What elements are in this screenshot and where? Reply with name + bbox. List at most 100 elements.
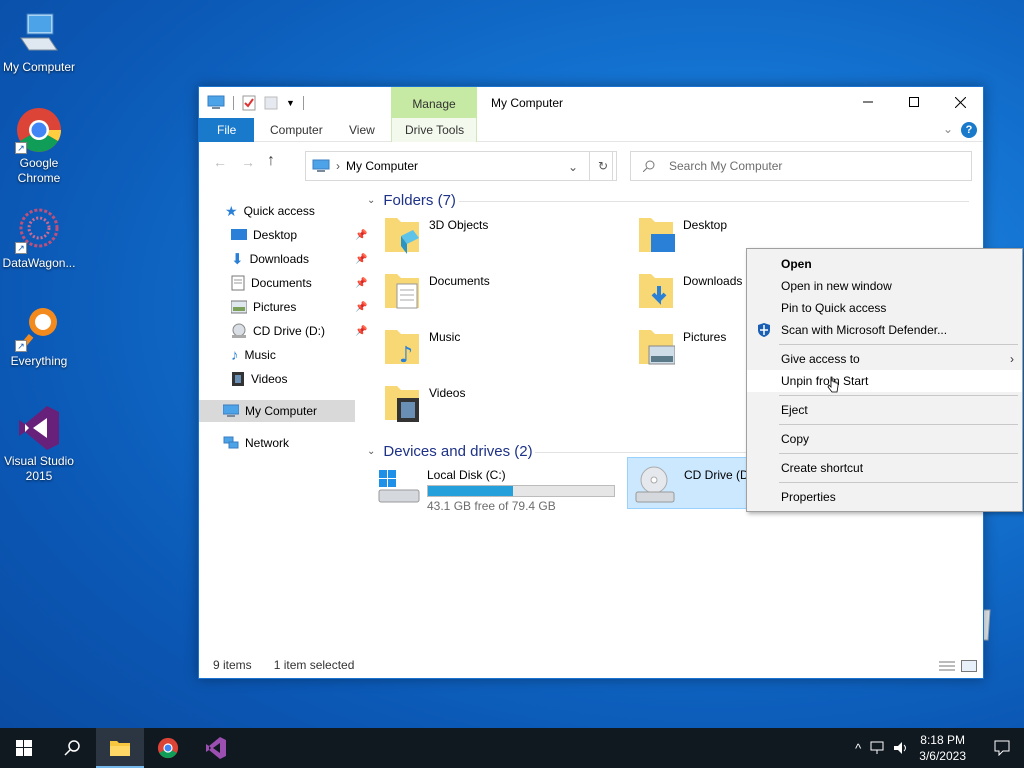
sidebar-item-network[interactable]: Network (223, 432, 289, 454)
sidebar-item-desktop[interactable]: Desktop 📌 (231, 224, 367, 246)
folder-item[interactable]: Documents (383, 270, 623, 322)
customize-qat-icon[interactable]: ▼ (286, 98, 295, 108)
desktop-icon-everything[interactable]: ↗ Everything (0, 304, 78, 369)
desktop-icon (231, 229, 247, 240)
menu-item-open-new-window[interactable]: Open in new window (747, 275, 1022, 297)
sidebar-item-label: Documents (251, 276, 312, 290)
chevron-up-icon[interactable]: ^ (855, 741, 861, 756)
back-arrow-icon[interactable]: ← (213, 154, 227, 170)
tab-view[interactable]: View (335, 118, 389, 142)
taskbar-file-explorer[interactable] (96, 728, 144, 768)
folder-name: Videos (429, 386, 466, 400)
drive-usage-fill (428, 486, 513, 496)
menu-item-properties[interactable]: Properties (747, 486, 1022, 508)
large-icons-view-icon[interactable] (961, 660, 977, 672)
folder-name: Desktop (683, 218, 728, 232)
menu-item-unpin-start[interactable]: Unpin from Start (747, 370, 1022, 393)
sidebar-item-pictures[interactable]: Pictures 📌 (231, 296, 367, 318)
tab-file[interactable]: File (199, 118, 255, 142)
defender-shield-icon (758, 323, 770, 337)
properties-icon[interactable] (242, 95, 256, 111)
search-button[interactable] (48, 728, 96, 768)
folder-name: Music (429, 330, 461, 344)
sidebar-item-documents[interactable]: Documents 📌 (231, 272, 367, 294)
system-tray: ^ 8:18 PM 3/6/2023 (855, 728, 1024, 768)
status-bar: 9 items 1 item selected (213, 658, 354, 672)
documents-icon (231, 275, 245, 291)
minimize-button[interactable] (845, 87, 891, 117)
3d-objects-folder-icon (385, 218, 419, 254)
mouse-cursor-icon (827, 376, 839, 393)
action-center-button[interactable] (980, 728, 1024, 768)
tab-drive-tools[interactable]: Drive Tools (391, 118, 478, 142)
menu-item-open[interactable]: Open (747, 253, 1022, 275)
desktop-icon-datawagon[interactable]: ↗ DataWagon... (0, 206, 78, 271)
expand-ribbon-icon[interactable]: ⌄ (943, 122, 953, 136)
chevron-down-icon[interactable]: ⌄ (568, 160, 578, 174)
start-button[interactable] (0, 728, 48, 768)
downloads-folder-icon (639, 274, 673, 308)
computer-icon (207, 95, 225, 109)
menu-item-eject[interactable]: Eject (747, 399, 1022, 421)
new-folder-icon[interactable] (264, 95, 278, 111)
network-status-icon[interactable] (869, 741, 885, 755)
taskbar-chrome[interactable] (144, 728, 192, 768)
sidebar-item-downloads[interactable]: ⬇ Downloads 📌 (231, 248, 367, 270)
computer-icon (15, 10, 63, 58)
sidebar-item-quick-access[interactable]: ★ Quick access (225, 200, 315, 222)
forward-arrow-icon[interactable]: → (241, 154, 255, 170)
tab-manage[interactable]: Manage (391, 87, 477, 118)
taskbar: ^ 8:18 PM 3/6/2023 (0, 728, 1024, 768)
chrome-icon: ↗ (15, 106, 63, 154)
sidebar-item-label: Videos (251, 372, 288, 386)
folder-item[interactable]: Videos (383, 382, 623, 434)
volume-icon[interactable] (893, 741, 909, 755)
visual-studio-icon (206, 737, 226, 759)
computer-icon (223, 404, 239, 417)
menu-separator (779, 482, 1018, 483)
chevron-down-icon: ⌄ (367, 195, 376, 206)
menu-item-scan-defender[interactable]: Scan with Microsoft Defender... (747, 319, 1022, 341)
chrome-icon (157, 737, 179, 759)
videos-folder-icon (385, 386, 419, 422)
visual-studio-icon (15, 404, 63, 452)
desktop-icon-visual-studio[interactable]: Visual Studio 2015 (0, 404, 78, 484)
details-view-icon[interactable] (939, 660, 955, 672)
search-input[interactable]: Search My Computer (630, 151, 972, 181)
sidebar-item-my-computer[interactable]: My Computer (199, 400, 355, 422)
menu-item-pin-quick-access[interactable]: Pin to Quick access (747, 297, 1022, 319)
group-header-folders[interactable]: ⌄ Folders (7) (367, 192, 456, 209)
notification-icon (994, 740, 1010, 756)
star-icon: ★ (225, 202, 238, 219)
folder-item[interactable]: ♪ Music (383, 326, 623, 378)
clock[interactable]: 8:18 PM 3/6/2023 (919, 732, 966, 764)
folder-name: Downloads (683, 274, 743, 288)
close-button[interactable] (937, 87, 983, 117)
menu-item-copy[interactable]: Copy (747, 428, 1022, 450)
sidebar-item-music[interactable]: ♪ Music (231, 344, 276, 366)
chevron-down-icon: ⌄ (367, 446, 376, 457)
videos-icon (232, 372, 244, 386)
menu-item-create-shortcut[interactable]: Create shortcut (747, 457, 1022, 479)
sidebar-item-label: Downloads (249, 252, 309, 266)
minimize-icon (863, 101, 873, 103)
address-bar[interactable]: › My Computer ⌄ (305, 151, 613, 181)
desktop-icon-google-chrome[interactable]: ↗ Google Chrome (0, 106, 78, 186)
desktop-icon-my-computer[interactable]: My Computer (0, 10, 78, 75)
music-note-icon: ♪ (231, 346, 239, 364)
tab-computer[interactable]: Computer (256, 118, 337, 142)
taskbar-visual-studio[interactable] (192, 728, 240, 768)
group-header-devices[interactable]: ⌄ Devices and drives (2) (367, 443, 533, 460)
up-arrow-icon[interactable]: ↑ (267, 152, 275, 170)
folder-name: Documents (429, 274, 490, 288)
sidebar-item-videos[interactable]: Videos (231, 368, 287, 390)
menu-item-give-access[interactable]: Give access to › (747, 348, 1022, 370)
refresh-button[interactable]: ↻ (589, 151, 617, 181)
help-icon[interactable]: ? (961, 122, 977, 138)
maximize-button[interactable] (891, 87, 937, 117)
drive-item-c[interactable]: Local Disk (C:) 43.1 GB free of 79.4 GB (377, 464, 627, 516)
sidebar-item-cd-drive[interactable]: CD Drive (D:) 📌 (231, 320, 367, 342)
desktop-icon-label: Everything (10, 354, 68, 368)
view-switcher (939, 660, 977, 672)
folder-item[interactable]: 3D Objects (383, 214, 623, 266)
